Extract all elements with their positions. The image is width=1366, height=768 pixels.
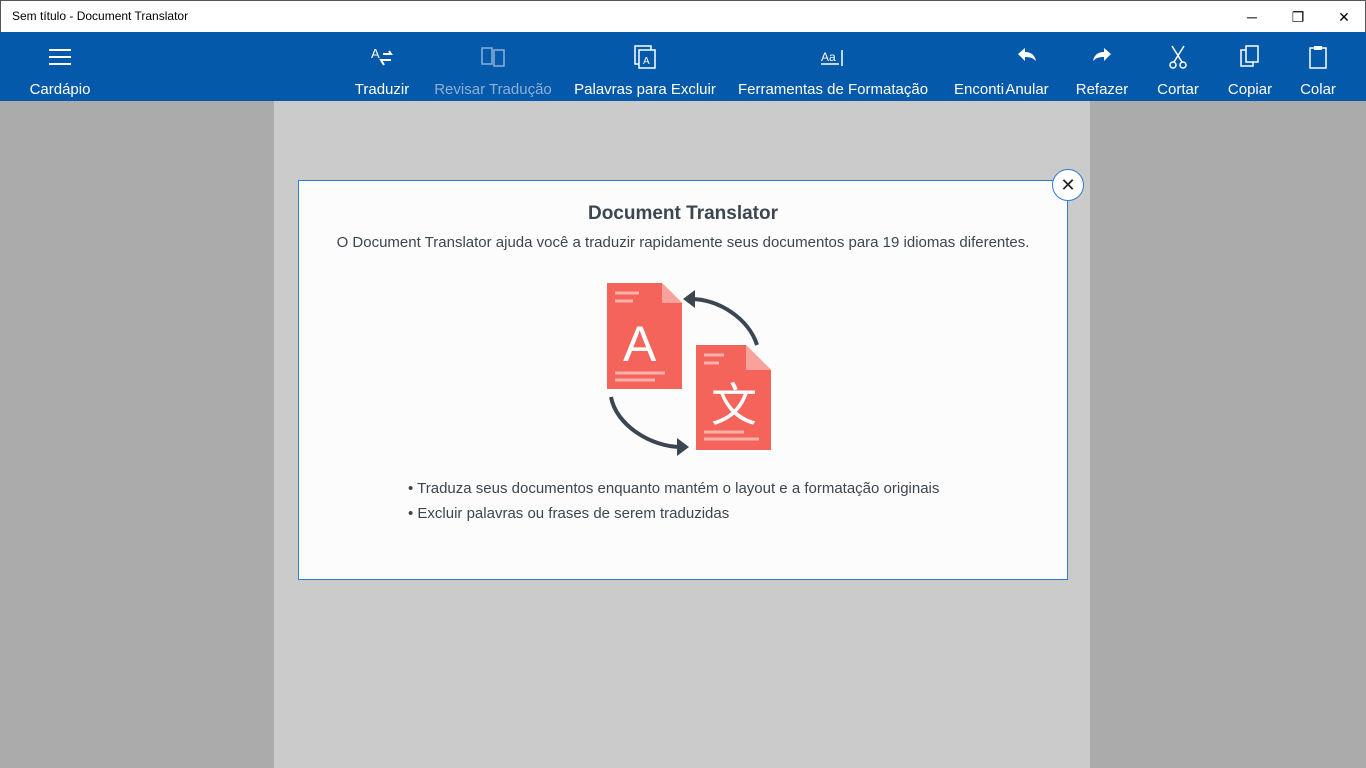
find-label: Enconti — [954, 81, 1004, 98]
translate-illustration-icon: A 文 — [599, 279, 779, 459]
feature-bullet: • Excluir palavras ou frases de serem tr… — [408, 505, 729, 522]
close-dialog-button[interactable]: ✕ — [1052, 169, 1084, 201]
translate-button[interactable]: A Traduzir — [352, 32, 412, 101]
svg-text:A: A — [643, 56, 650, 67]
translate-icon: A — [369, 44, 395, 70]
window-title: Sem título - Document Translator — [12, 9, 188, 23]
toolbar: Cardápio A Traduzir Revisar Tradução A P… — [0, 32, 1366, 101]
dialog-title: Document Translator — [299, 203, 1067, 225]
letter-a: A — [623, 316, 657, 372]
close-window-button[interactable]: ✕ — [1321, 1, 1366, 33]
cut-button[interactable]: Cortar — [1152, 32, 1204, 101]
letter-wen: 文 — [711, 378, 757, 432]
paste-button[interactable]: Colar — [1294, 32, 1342, 101]
undo-label: Anular — [1005, 81, 1048, 98]
copy-button[interactable]: Copiar — [1224, 32, 1276, 101]
compare-icon — [480, 44, 506, 70]
undo-icon — [1014, 44, 1040, 70]
redo-icon — [1089, 44, 1115, 70]
minimize-button[interactable]: ─ — [1229, 1, 1275, 33]
welcome-dialog: Document Translator O Document Translato… — [298, 180, 1068, 580]
translate-label: Traduzir — [355, 81, 409, 98]
title-bar: Sem título - Document Translator ─ ❐ ✕ — [0, 0, 1366, 32]
exclude-words-button[interactable]: A Palavras para Excluir — [575, 32, 715, 101]
copy-icon — [1237, 44, 1263, 70]
menu-button[interactable]: Cardápio — [20, 32, 100, 101]
redo-label: Refazer — [1076, 81, 1129, 98]
review-translation-button[interactable]: Revisar Tradução — [433, 32, 553, 101]
exclude-words-label: Palavras para Excluir — [574, 81, 716, 98]
menu-label: Cardápio — [30, 81, 91, 98]
find-button[interactable]: Enconti — [952, 32, 1002, 101]
svg-text:A: A — [371, 46, 380, 61]
redo-button[interactable]: Refazer — [1074, 32, 1130, 101]
font-format-icon: Aa — [820, 44, 846, 70]
hamburger-icon — [47, 44, 73, 70]
paste-label: Colar — [1300, 81, 1336, 98]
clipboard-icon — [1305, 44, 1331, 70]
cut-label: Cortar — [1157, 81, 1199, 98]
undo-button[interactable]: Anular — [1000, 32, 1054, 101]
format-tools-label: Ferramentas de Formatação — [738, 81, 928, 98]
svg-text:Aa: Aa — [821, 50, 836, 64]
maximize-button[interactable]: ❐ — [1275, 1, 1321, 33]
copy-label: Copiar — [1228, 81, 1272, 98]
feature-bullet: • Traduza seus documentos enquanto manté… — [408, 480, 939, 497]
review-label: Revisar Tradução — [434, 81, 552, 98]
dialog-subtitle: O Document Translator ajuda você a tradu… — [299, 234, 1067, 251]
format-tools-button[interactable]: Aa Ferramentas de Formatação — [738, 32, 928, 101]
scissors-icon — [1165, 44, 1191, 70]
exclude-words-icon: A — [632, 44, 658, 70]
